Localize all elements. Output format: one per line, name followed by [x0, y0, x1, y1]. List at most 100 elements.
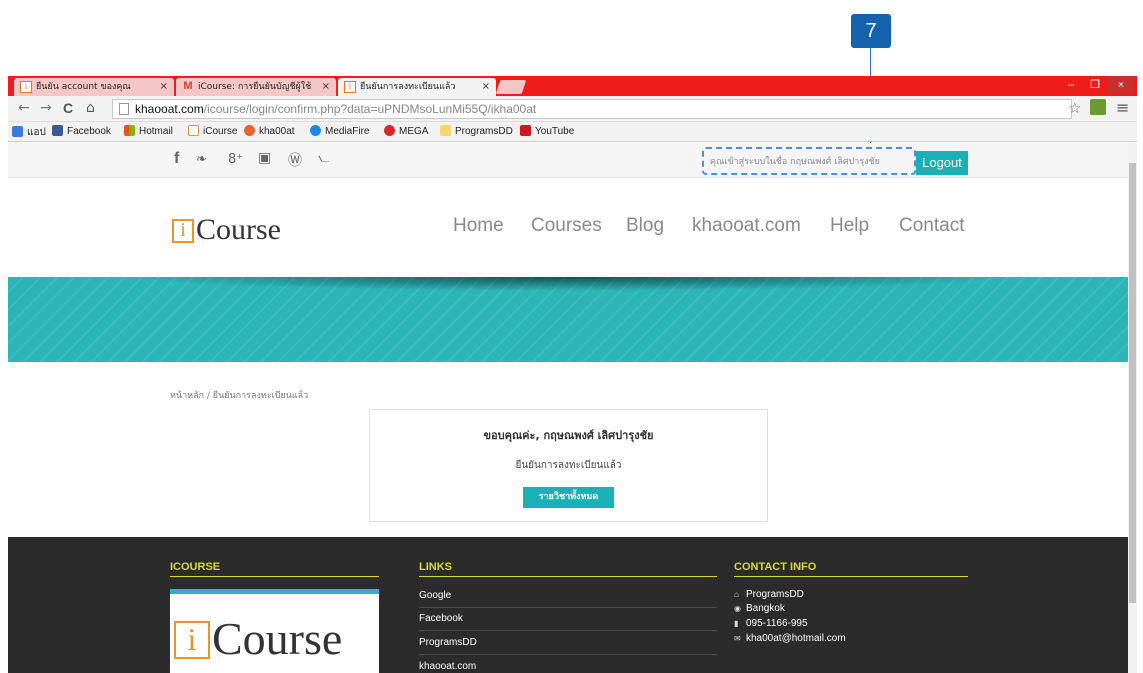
site-topbar: f ❧ 8⁺ ▣ Ⓦ ⦦ คุณเข้าสู่ระบบในชื่อ กฤษณพง…	[8, 143, 1128, 178]
contact-phone: ▮ 095-1166-995	[734, 618, 808, 629]
nav-khaooat[interactable]: khaooat.com	[692, 215, 801, 237]
tab-close-icon[interactable]: ×	[482, 78, 490, 96]
home-icon[interactable]: ⌂	[86, 100, 95, 116]
extension-icon[interactable]	[1090, 99, 1106, 115]
url-input[interactable]: khaooat.com/icourse/login/confirm.php?da…	[112, 99, 1072, 119]
icourse-favicon-icon: i	[20, 81, 32, 93]
restore-icon[interactable]: ❐	[1082, 76, 1108, 94]
bookmark-mediafire[interactable]: MediaFire	[310, 125, 369, 137]
browser-tab-3-active[interactable]: i ยืนยันการลงทะเบียนแล้ว ×	[338, 78, 496, 96]
footer-divider	[419, 576, 717, 577]
bookmark-youtube[interactable]: YouTube	[520, 125, 574, 137]
scrollbar-thumb[interactable]	[1129, 163, 1136, 603]
browser-tab-1[interactable]: i ยืนยัน account ของคุณ ×	[14, 78, 174, 96]
bookmark-hotmail[interactable]: Hotmail	[124, 125, 173, 137]
bookmark-label: แอป	[27, 127, 46, 138]
twitter-icon[interactable]: ❧	[196, 152, 207, 167]
page-icon	[119, 103, 129, 115]
footer-divider	[170, 576, 379, 577]
page-scrollbar[interactable]	[1128, 143, 1137, 673]
bookmark-facebook[interactable]: Facebook	[52, 125, 111, 137]
bookmark-kha00at[interactable]: kha00at	[244, 125, 295, 137]
confirmation-message: ยืนยันการลงทะเบียนแล้ว	[515, 460, 622, 471]
site-footer: ICOURSE i Course LINKS Google Facebook Pr…	[8, 537, 1128, 673]
browser-tab-bar: i ยืนยัน account ของคุณ × M iCourse: การ…	[8, 76, 1137, 96]
contact-location: ◉ Bangkok	[734, 603, 785, 614]
gmail-favicon-icon: M	[183, 80, 193, 92]
tab-label: ยืนยัน account ของคุณ	[36, 82, 131, 92]
footer-link-google[interactable]: Google	[419, 590, 451, 601]
contact-text: 095-1166-995	[746, 618, 808, 629]
tab-label: iCourse: การยืนยันบัญชีผู้ใช้	[198, 82, 312, 92]
bookmark-icourse[interactable]: iCourse	[188, 125, 237, 137]
nav-help[interactable]: Help	[830, 215, 869, 237]
menu-icon[interactable]: ≡	[1116, 98, 1129, 117]
footer-link-separator	[419, 607, 717, 608]
youtube-icon[interactable]: ▣	[258, 150, 271, 166]
bookmark-label: ProgramsDD	[455, 126, 513, 137]
bookmark-label: Facebook	[67, 126, 111, 137]
youtube-icon	[520, 125, 531, 136]
mediafire-icon	[310, 125, 321, 136]
nav-blog[interactable]: Blog	[626, 215, 664, 237]
reload-icon[interactable]: C	[63, 100, 73, 116]
contact-company: ⌂ ProgramsDD	[734, 589, 804, 600]
logo-i: i	[172, 219, 194, 243]
bookmark-apps[interactable]: แอป	[12, 125, 46, 140]
close-window-icon[interactable]: ×	[1108, 76, 1134, 94]
bookmark-label: MediaFire	[325, 126, 370, 137]
bookmarks-bar: แอป Facebook Hotmail iCourse kha00at Med…	[8, 122, 1137, 142]
bookmark-mega[interactable]: MEGA	[384, 125, 428, 137]
web-page: f ❧ 8⁺ ▣ Ⓦ ⦦ คุณเข้าสู่ระบบในชื่อ กฤษณพง…	[8, 143, 1128, 673]
bookmark-label: YouTube	[535, 126, 575, 137]
facebook-icon[interactable]: f	[174, 150, 179, 168]
banner-shadow	[128, 277, 1008, 291]
site-logo[interactable]: i Course	[172, 213, 281, 247]
back-icon[interactable]: ←	[18, 100, 30, 116]
new-tab-button[interactable]	[495, 80, 527, 94]
rss-icon[interactable]: ⦦	[318, 150, 330, 166]
confirmation-card: ขอบคุณค่ะ, กฤษณพงศ์ เลิศปารุงชัย ยืนยันก…	[369, 409, 768, 522]
minimize-icon[interactable]: –	[1058, 76, 1084, 94]
browser-tab-2[interactable]: M iCourse: การยืนยันบัญชีผู้ใช้ ×	[176, 78, 336, 96]
footer-link-separator	[419, 654, 717, 655]
footer-logo-text: Course	[212, 613, 343, 664]
footer-logo[interactable]: i Course	[170, 589, 379, 673]
nav-courses[interactable]: Courses	[531, 215, 602, 237]
tab-close-icon[interactable]: ×	[160, 78, 168, 96]
logout-button[interactable]: Logout	[916, 151, 968, 175]
google-plus-icon[interactable]: 8⁺	[228, 152, 243, 167]
bookmark-star-icon[interactable]: ☆	[1068, 99, 1081, 117]
browser-toolbar: ← → C ⌂ khaooat.com/icourse/login/confir…	[8, 96, 1137, 122]
nav-home[interactable]: Home	[453, 215, 504, 237]
contact-email[interactable]: ✉ kha00at@hotmail.com	[734, 633, 846, 644]
logged-in-text: คุณเข้าสู่ระบบในชื่อ กฤษณพงศ์ เลิศปารุงช…	[710, 157, 880, 167]
phone-icon: ▮	[734, 619, 739, 628]
bookmark-label: iCourse	[203, 126, 238, 137]
bookmark-label: kha00at	[259, 126, 295, 137]
location-icon: ◉	[734, 604, 741, 613]
footer-logo-i: i	[174, 621, 210, 659]
nav-contact[interactable]: Contact	[899, 215, 964, 237]
footer-link-khaooat[interactable]: khaooat.com	[419, 661, 476, 672]
tab-close-icon[interactable]: ×	[322, 78, 330, 96]
all-courses-button[interactable]: รายวิชาทั้งหมด	[523, 487, 614, 508]
wordpress-icon[interactable]: Ⓦ	[288, 150, 302, 170]
contact-text: ProgramsDD	[746, 589, 804, 600]
mega-icon	[384, 125, 395, 136]
icourse-favicon-icon: i	[344, 81, 356, 93]
url-host: khaooat.com	[135, 102, 204, 116]
footer-heading-links: LINKS	[419, 561, 452, 573]
hotmail-icon	[124, 125, 135, 136]
footer-link-separator	[419, 630, 717, 631]
contact-text: Bangkok	[746, 603, 785, 614]
footer-link-programsdd[interactable]: ProgramsDD	[419, 637, 477, 648]
footer-link-facebook[interactable]: Facebook	[419, 613, 463, 624]
bookmark-label: Hotmail	[139, 126, 173, 137]
forward-icon[interactable]: →	[40, 100, 52, 116]
bookmark-programsdd[interactable]: ProgramsDD	[440, 125, 513, 137]
facebook-icon	[52, 125, 63, 136]
folder-icon	[440, 125, 451, 136]
kha00at-icon	[244, 125, 255, 136]
callout-7: 7	[851, 14, 891, 48]
